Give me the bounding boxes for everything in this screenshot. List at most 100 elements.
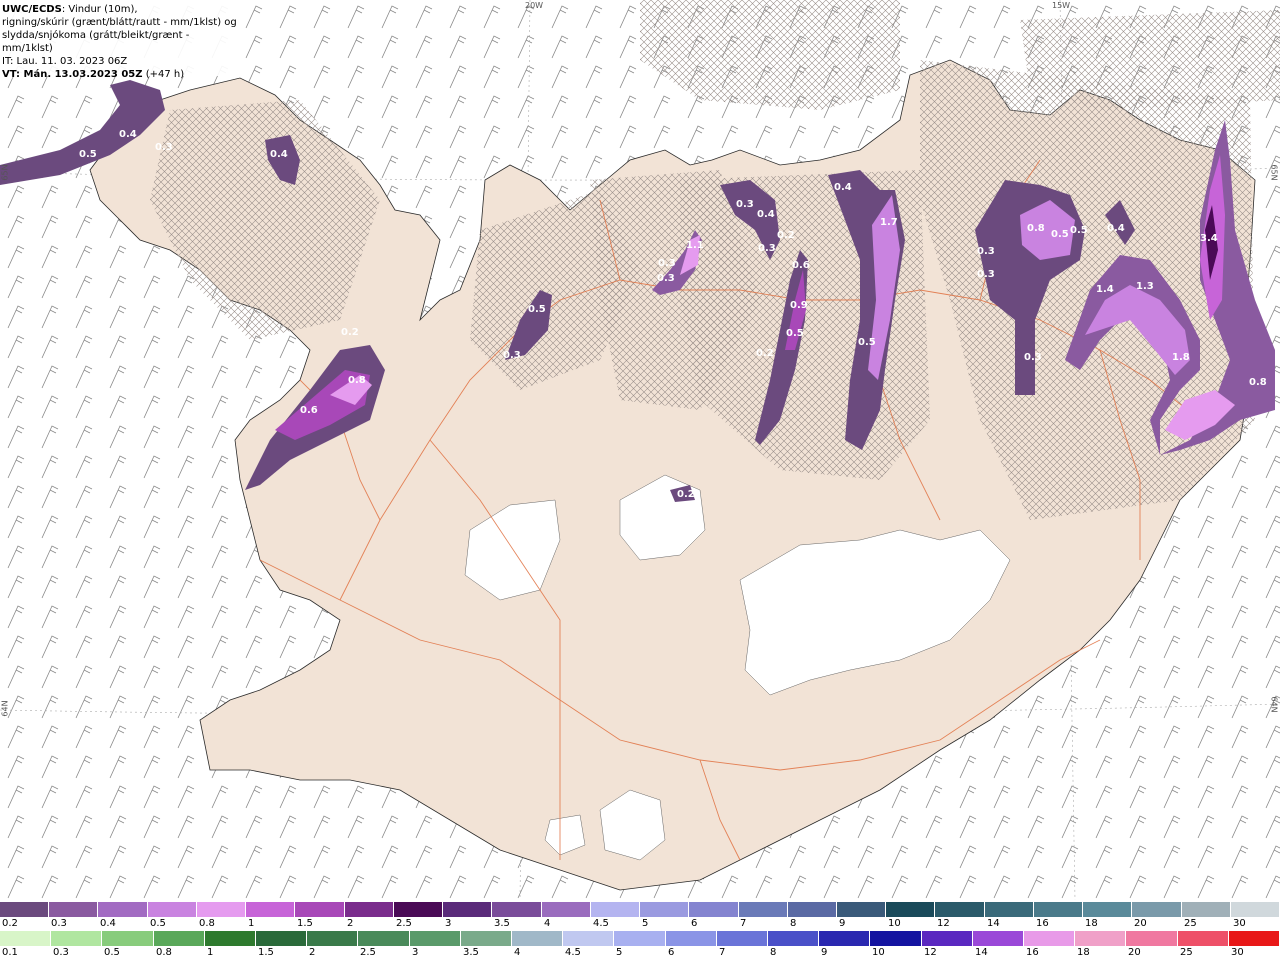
snow-legend-label: 10 bbox=[888, 918, 901, 929]
rain-legend-label: 1 bbox=[207, 947, 214, 958]
snow-legend-swatch bbox=[246, 902, 296, 917]
rain-legend-swatch bbox=[1126, 931, 1178, 946]
rain-legend-swatch bbox=[1228, 931, 1280, 946]
value-label: 0.8 bbox=[1249, 377, 1267, 388]
snow-legend-label: 14 bbox=[987, 918, 1000, 929]
snow-legend-label: 4.5 bbox=[593, 918, 609, 929]
snow-legend-label: 1.5 bbox=[297, 918, 313, 929]
rain-legend-labels: 0.1 0.3 0.5 0.8 1 1.5 2 2.5 3 3.5 4 4.5 5 6 7 8 9 10 12 14 1… bbox=[0, 946, 1280, 961]
model-name: UWC/ECDS bbox=[2, 4, 62, 15]
snow-legend-swatch bbox=[49, 902, 99, 917]
lat-label-64n-left: 64N bbox=[0, 700, 10, 717]
title-line2: rigning/skúrir (grænt/blátt/rautt - mm/1… bbox=[2, 17, 237, 28]
snow-legend-label: 7 bbox=[740, 918, 747, 929]
rain-legend-swatch bbox=[307, 931, 359, 946]
rain-legend-swatch bbox=[665, 931, 717, 946]
snow-legend-label: 0.4 bbox=[100, 918, 116, 929]
snow-legend-label: 9 bbox=[839, 918, 846, 929]
rain-legend-swatch bbox=[460, 931, 513, 946]
snow-legend-swatch bbox=[886, 902, 936, 917]
value-label: 0.3 bbox=[736, 199, 754, 210]
rain-legend-label: 0.5 bbox=[104, 947, 120, 958]
value-label: 0.4 bbox=[834, 182, 852, 193]
snow-legend-swatch bbox=[1083, 902, 1133, 917]
rain-legend-label: 30 bbox=[1231, 947, 1244, 958]
value-label: 0.2 bbox=[777, 230, 795, 241]
value-label: 0.4 bbox=[1107, 223, 1125, 234]
snow-legend-label: 2 bbox=[347, 918, 354, 929]
rain-legend-swatch bbox=[768, 931, 820, 946]
snow-legend-label: 0.2 bbox=[2, 918, 18, 929]
value-label: 1.4 bbox=[1096, 284, 1114, 295]
snow-legend-label: 6 bbox=[691, 918, 698, 929]
rain-legend-swatch bbox=[512, 931, 564, 946]
rain-legend-label: 5 bbox=[616, 947, 623, 958]
rain-legend-label: 0.8 bbox=[156, 947, 172, 958]
value-label: 0.5 bbox=[858, 337, 876, 348]
value-label: 1.8 bbox=[1172, 352, 1190, 363]
rain-legend-label: 1.5 bbox=[258, 947, 274, 958]
value-label: 0.8 bbox=[1027, 223, 1045, 234]
rain-legend-swatch bbox=[51, 931, 103, 946]
snow-legend-swatch bbox=[344, 902, 394, 917]
snow-legend-swatch bbox=[689, 902, 739, 917]
value-label: 0.3 bbox=[658, 258, 676, 269]
value-label: 0.3 bbox=[977, 269, 995, 280]
snow-legend-label: 16 bbox=[1036, 918, 1049, 929]
value-label: 0.6 bbox=[300, 405, 318, 416]
value-label: 3.4 bbox=[1200, 233, 1218, 244]
rain-legend-swatch bbox=[716, 931, 769, 946]
rain-legend-label: 8 bbox=[770, 947, 777, 958]
value-label: 0.5 bbox=[1051, 229, 1069, 240]
rain-legend-swatch bbox=[972, 931, 1025, 946]
rain-legend-swatch bbox=[204, 931, 257, 946]
snow-legend-swatch bbox=[98, 902, 148, 917]
lon-label-15w: 15W bbox=[1052, 1, 1071, 10]
value-label: 0.5 bbox=[1070, 225, 1088, 236]
snow-legend-label: 20 bbox=[1134, 918, 1147, 929]
rain-legend-swatch bbox=[1024, 931, 1076, 946]
valid-time: VT: Mán. 13.03.2023 05Z bbox=[2, 69, 143, 80]
value-label: 0.4 bbox=[757, 209, 775, 220]
snow-legend-swatch bbox=[738, 902, 788, 917]
rain-legend-label: 0.3 bbox=[53, 947, 69, 958]
snow-legend-swatch bbox=[147, 902, 197, 917]
rain-legend-label: 9 bbox=[821, 947, 828, 958]
snow-legend-swatch bbox=[541, 902, 591, 917]
snow-legend-label: 4 bbox=[544, 918, 551, 929]
value-label: 0.4 bbox=[93, 80, 111, 91]
value-label: 0.5 bbox=[528, 304, 546, 315]
snow-legend-label: 18 bbox=[1085, 918, 1098, 929]
value-label: 0.3 bbox=[503, 350, 521, 361]
snow-legend-label: 0.8 bbox=[199, 918, 215, 929]
value-label: 0.4 bbox=[270, 149, 288, 160]
weather-map: 0.4 0.4 0.5 0.3 0.4 0.2 0.8 0.6 0.5 0.3 … bbox=[0, 0, 1280, 900]
value-label: 1.1 bbox=[686, 240, 704, 251]
value-label: 0.3 bbox=[1024, 352, 1042, 363]
snow-legend-swatch bbox=[1033, 902, 1084, 917]
snow-legend-label: 3 bbox=[445, 918, 452, 929]
snow-legend-label: 5 bbox=[642, 918, 649, 929]
rain-legend: 0.1 0.3 0.5 0.8 1 1.5 2 2.5 3 3.5 4 4.5 5 6 7 8 9 10 12 14 1… bbox=[0, 931, 1280, 961]
value-label: 0.4 bbox=[119, 129, 137, 140]
snow-legend-label: 25 bbox=[1184, 918, 1197, 929]
value-label: 0.5 bbox=[786, 328, 804, 339]
snow-legend-swatch bbox=[1181, 902, 1231, 917]
snow-legend-label: 8 bbox=[790, 918, 797, 929]
rain-legend-swatch bbox=[153, 931, 205, 946]
snow-legend-swatch bbox=[492, 902, 542, 917]
snow-legend-label: 0.5 bbox=[150, 918, 166, 929]
lat-label-65n-left: 65N bbox=[0, 164, 10, 181]
snow-legend-label: 2.5 bbox=[396, 918, 412, 929]
value-label: 0.3 bbox=[657, 273, 675, 284]
rain-legend-label: 6 bbox=[668, 947, 675, 958]
rain-legend-label: 10 bbox=[872, 947, 885, 958]
rain-legend-swatch bbox=[256, 931, 308, 946]
snow-legend-swatch bbox=[1230, 902, 1280, 917]
rain-legend-label: 2.5 bbox=[360, 947, 376, 958]
rain-legend-swatch bbox=[563, 931, 615, 946]
map-info-box: UWC/ECDS: Vindur (10m), rigning/skúrir (… bbox=[0, 0, 240, 80]
snow-legend-label: 30 bbox=[1233, 918, 1246, 929]
lat-label-64n-right: 64N bbox=[1269, 696, 1279, 713]
rain-legend-label: 3.5 bbox=[463, 947, 479, 958]
